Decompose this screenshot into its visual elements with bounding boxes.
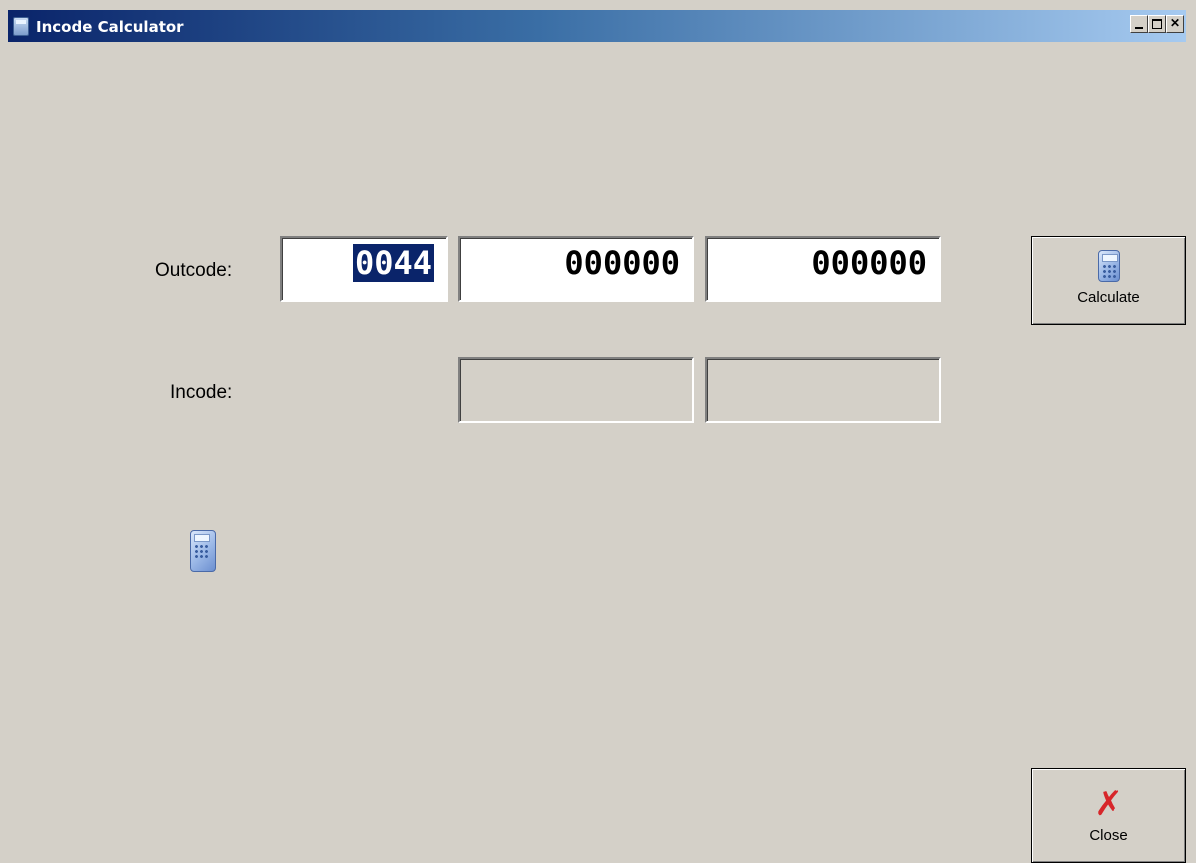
close-window-button[interactable]: ✕	[1166, 15, 1184, 33]
title-bar[interactable]: Incode Calculator ✕	[8, 10, 1186, 42]
window-title: Incode Calculator	[36, 18, 184, 36]
incode-field-1	[458, 357, 694, 423]
red-x-icon: ✗	[1094, 784, 1123, 824]
maximize-button[interactable]	[1148, 15, 1166, 33]
minimize-icon	[1135, 27, 1143, 29]
outcode-field-3[interactable]: 000000	[705, 236, 941, 302]
maximize-icon	[1152, 19, 1162, 29]
main-window	[0, 0, 1196, 863]
incode-field-2	[705, 357, 941, 423]
calculator-icon	[1097, 250, 1120, 282]
decorative-calculator	[190, 530, 216, 577]
outcode-label: Outcode:	[155, 260, 233, 281]
close-button[interactable]: ✗ Close	[1031, 768, 1186, 863]
calculate-button-label: Calculate	[1077, 289, 1140, 306]
incode-label: Incode:	[170, 382, 233, 403]
outcode-field-1-value: 0044	[352, 244, 434, 282]
calculator-icon	[13, 17, 29, 36]
calculator-icon	[190, 530, 216, 572]
outcode-field-2[interactable]: 000000	[458, 236, 694, 302]
calculate-button[interactable]: Calculate	[1031, 236, 1186, 325]
minimize-button[interactable]	[1130, 15, 1148, 33]
outcode-field-1[interactable]: 0044	[280, 236, 448, 302]
close-button-label: Close	[1089, 827, 1128, 844]
